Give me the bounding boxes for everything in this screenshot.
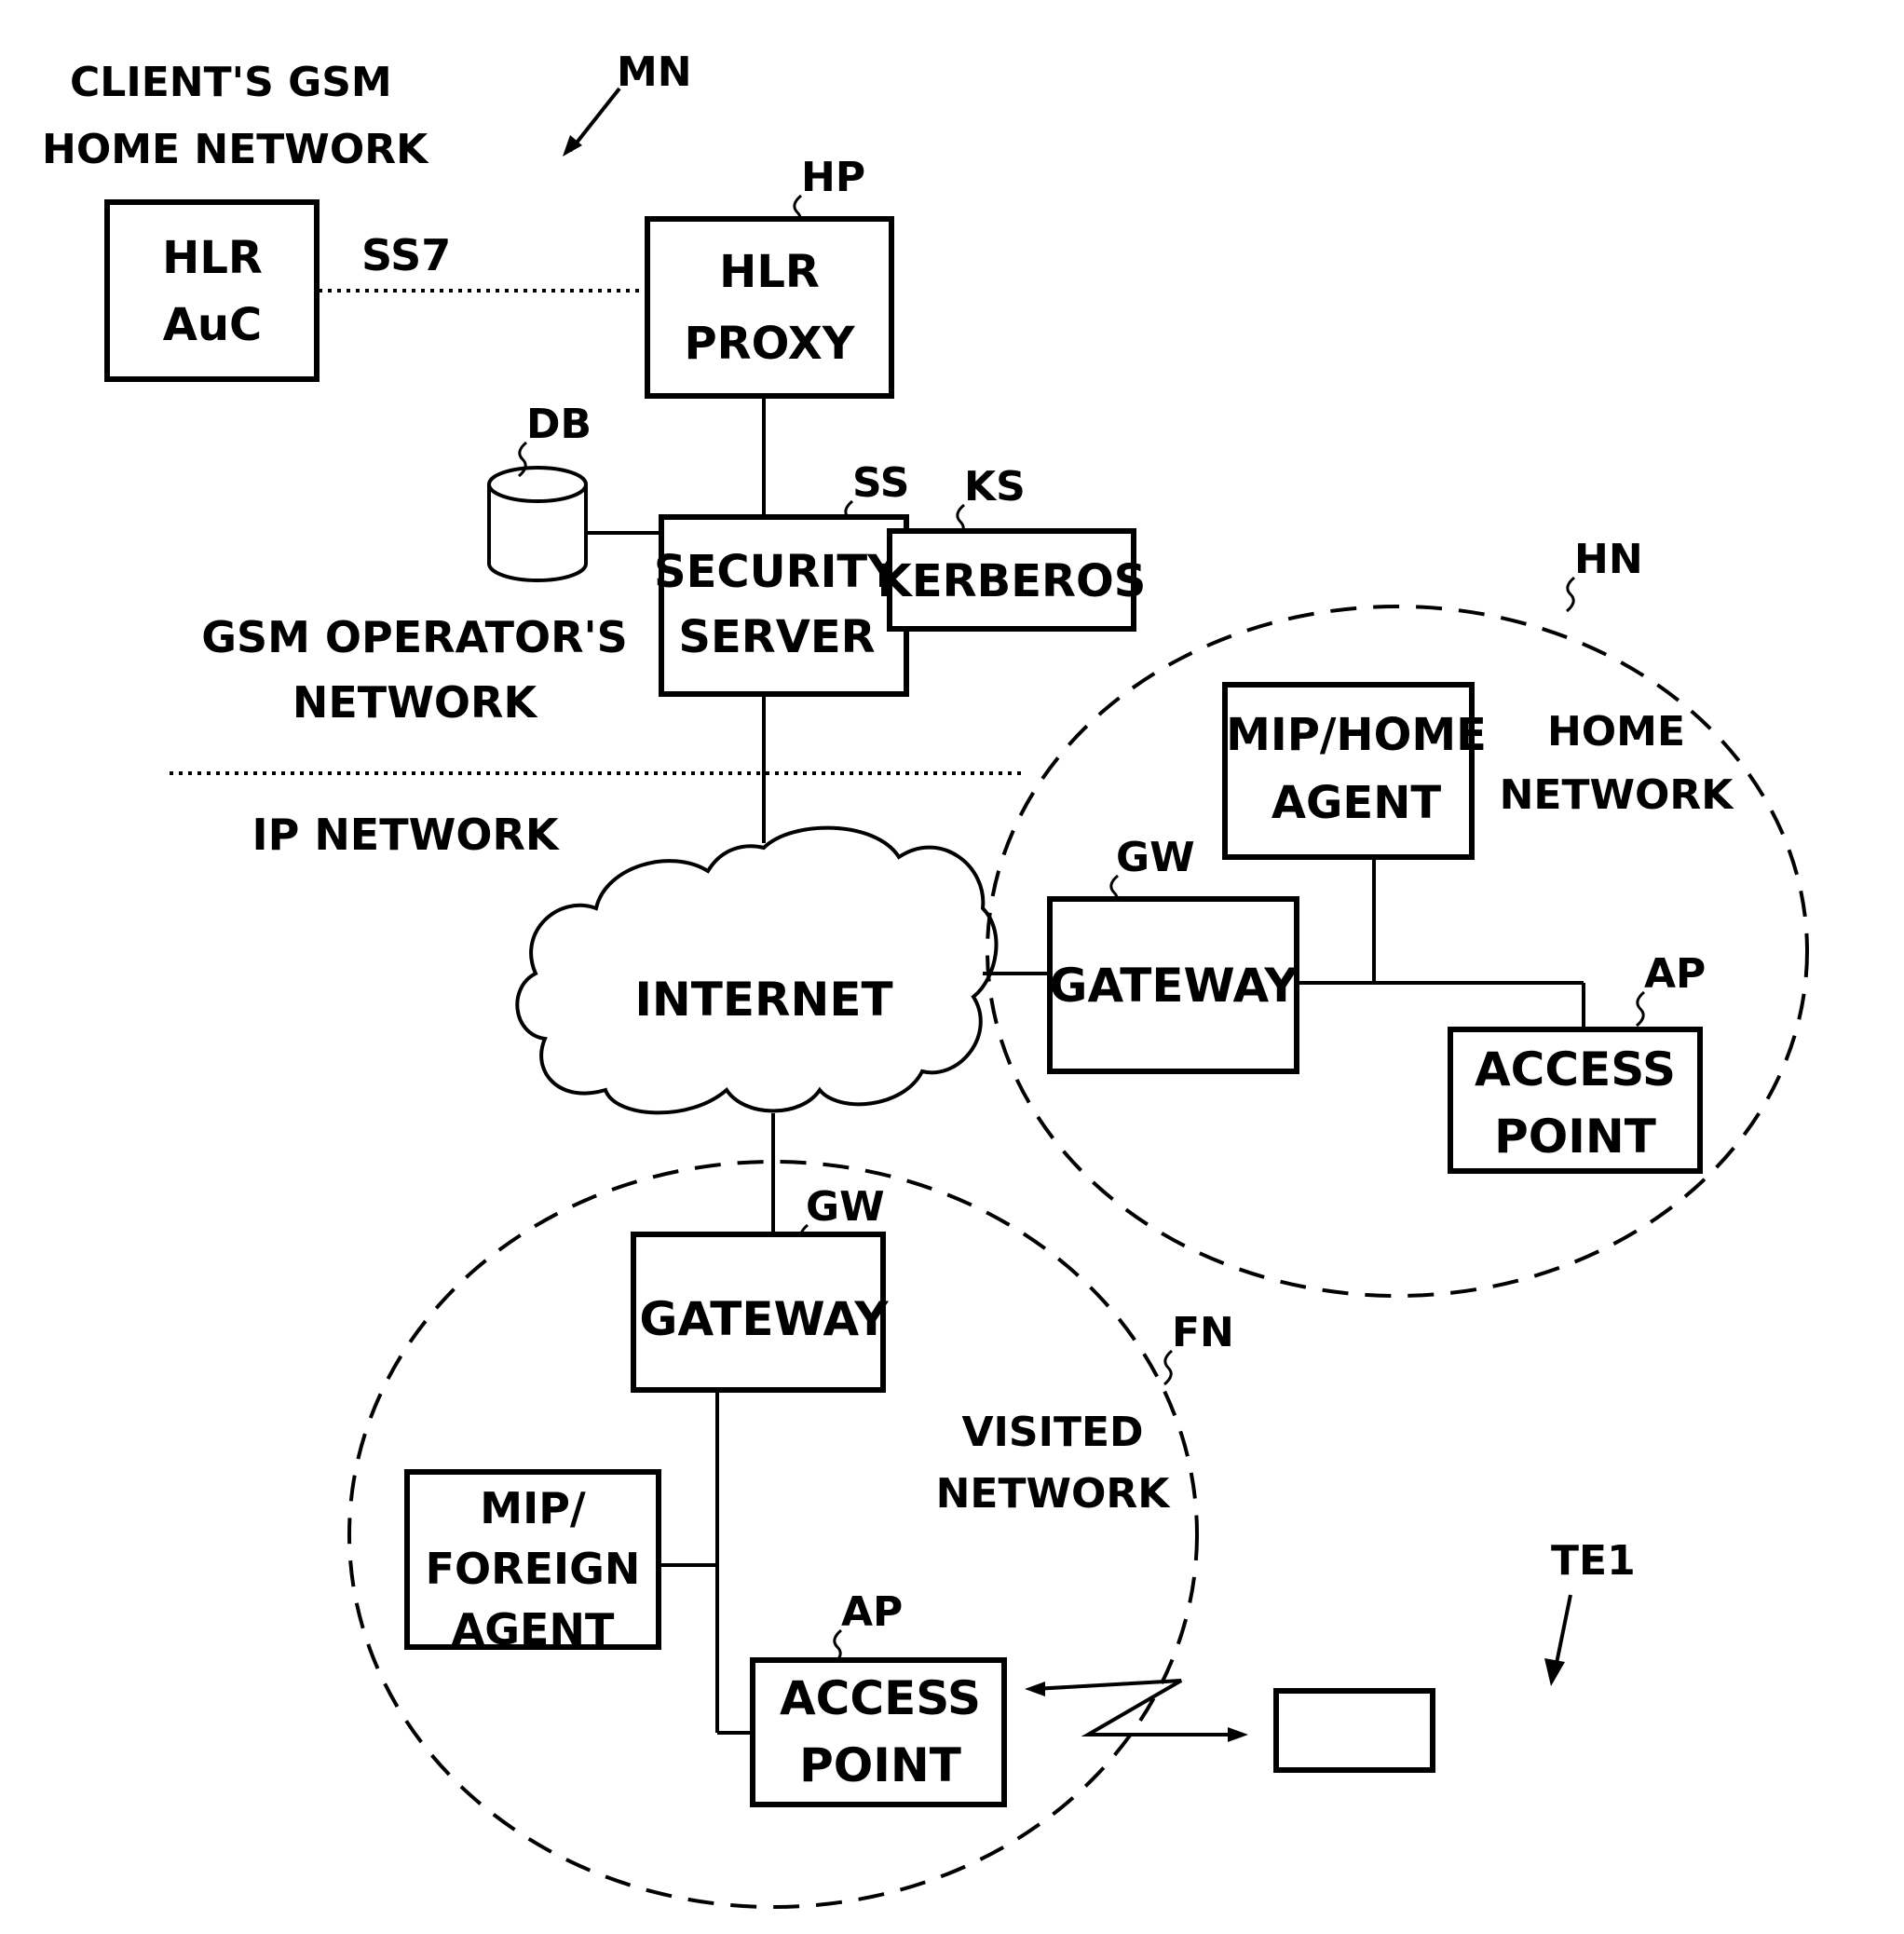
internet-label: INTERNET [634, 973, 892, 1027]
visited-gateway-label: GATEWAY [639, 1292, 889, 1346]
ref-ap-home: AP [1644, 950, 1706, 998]
ip-network-label: IP NETWORK [252, 810, 560, 860]
ref-gw-home: GW [1116, 834, 1195, 881]
mip-home-agent-line1: MIP/HOME [1226, 709, 1487, 761]
security-server-line2: SERVER [678, 611, 875, 663]
visited-network-line2: NETWORK [936, 1470, 1172, 1518]
ap-home-leader [1636, 990, 1645, 1028]
client-box [1273, 1688, 1435, 1773]
security-server-line1: SECURITY [654, 546, 901, 598]
visited-access-point-line2: POINT [799, 1738, 961, 1792]
clients-gsm-home-network-label-line1: CLIENT'S GSM [70, 59, 392, 106]
hlr-auc-line2: AuC [163, 299, 263, 351]
hn-leader [1566, 576, 1575, 613]
hlr-auc-box [104, 199, 320, 382]
ref-hp: HP [801, 154, 865, 201]
home-network-line2: NETWORK [1500, 771, 1735, 819]
internet-cloud-icon [515, 825, 999, 1115]
mip-home-agent-line2: AGENT [1272, 777, 1442, 829]
gsm-operator-network-line2: NETWORK [292, 677, 539, 728]
ref-hn: HN [1574, 536, 1643, 583]
home-network-line1: HOME [1547, 708, 1685, 756]
ref-gw-visited: GW [806, 1183, 885, 1231]
home-access-point-line2: POINT [1494, 1110, 1656, 1164]
database-icon [487, 466, 588, 582]
ss7-label: SS7 [361, 230, 451, 280]
visited-access-point-line1: ACCESS [780, 1671, 981, 1725]
radio-link-icon [1033, 1679, 1239, 1737]
visited-network-line1: VISITED [961, 1409, 1143, 1456]
hlr-proxy-line1: HLR [719, 246, 820, 298]
gsm-operator-network-line1: GSM OPERATOR'S [201, 612, 627, 662]
mip-foreign-agent-line3: AGENT [452, 1604, 615, 1655]
ref-te1: TE1 [1551, 1537, 1636, 1585]
security-server-box [659, 514, 909, 697]
ref-db: DB [526, 401, 592, 448]
home-access-point-line1: ACCESS [1475, 1042, 1676, 1096]
hlr-auc-line1: HLR [162, 232, 263, 284]
te1-arrowhead-icon [1544, 1658, 1565, 1686]
mip-foreign-agent-line1: MIP/ [480, 1483, 586, 1533]
radio-arrow-right-icon [1228, 1727, 1248, 1742]
radio-arrow-left-icon [1025, 1682, 1045, 1696]
ref-ks: KS [964, 463, 1026, 511]
fn-leader [1163, 1349, 1173, 1386]
mip-foreign-agent-line2: FOREIGN [426, 1544, 641, 1594]
ref-ss: SS [852, 459, 909, 507]
home-gateway-label: GATEWAY [1049, 959, 1299, 1013]
ref-fn: FN [1172, 1309, 1234, 1356]
hlr-proxy-line2: PROXY [685, 318, 856, 370]
kerberos-label: KERBEROS [877, 555, 1147, 607]
clients-gsm-home-network-label-line2: HOME NETWORK [42, 126, 429, 173]
ref-mn: MN [617, 48, 692, 96]
db-leader [518, 441, 527, 478]
network-diagram: CLIENT'S GSM HOME NETWORK MN HLR AuC SS7… [42, 48, 1809, 1909]
ref-ap-visited: AP [841, 1588, 903, 1636]
